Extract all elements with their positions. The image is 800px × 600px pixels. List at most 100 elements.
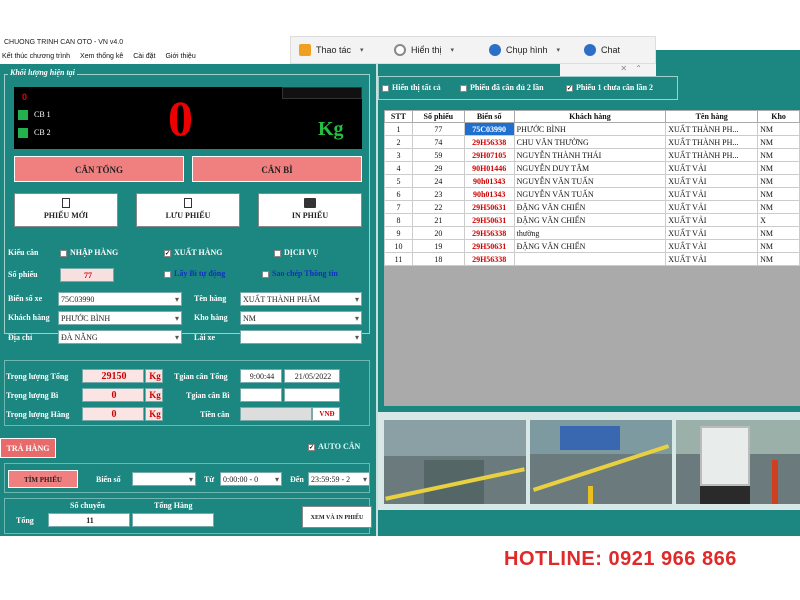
so-phieu-field[interactable]: 77 [60, 268, 114, 282]
col-khach-hang[interactable]: Khách hàng [513, 110, 667, 123]
cell-stt: 7 [384, 200, 413, 214]
toolbar-hien-thi[interactable]: Hiển thị ▾ [386, 37, 481, 63]
luu-phieu-button[interactable]: LƯU PHIẾU [136, 193, 240, 227]
col-bien-so[interactable]: Biển số [463, 110, 515, 123]
cell-so-phieu: 22 [411, 200, 465, 214]
cb2-label: CB 2 [34, 128, 51, 137]
cell-bien-so: 29H07105 [463, 148, 515, 162]
tu-label: Từ [204, 475, 215, 484]
xem-in-button[interactable]: XEM VÀ IN PHIẾU [302, 506, 372, 528]
table-row[interactable]: 3 59 29H07105 NGUYỄN THÀNH THÁI XUẤT THÀNH P… [384, 148, 800, 162]
tim-phieu-button[interactable]: TÌM PHIẾU [8, 470, 78, 488]
cell-bien-so: 29H50631 [463, 200, 515, 214]
khach-hang-label: Khách hàng [8, 313, 50, 322]
dia-chi-select[interactable]: ĐÀ NẴNG [58, 330, 182, 344]
toolbar-chup-hinh[interactable]: Chụp hình ▾ [481, 37, 576, 63]
table-row[interactable]: 8 21 29H50631 ĐẶNG VĂN CHIẾN XUẤT VẢI X [384, 213, 800, 227]
lay-bi-checkbox[interactable]: Lấy Bì tự động [164, 269, 225, 278]
table-row[interactable]: 11 18 29H56338 XUẤT VẢI NM [384, 252, 800, 266]
cb1-label: CB 1 [34, 110, 51, 119]
table-row[interactable]: 7 22 29H50631 ĐẶNG VĂN CHIẾN XUẤT VẢI NM [384, 200, 800, 214]
in-phieu-button[interactable]: IN PHIẾU [258, 193, 362, 227]
menu-item-stats[interactable]: Xem thống kê [80, 50, 123, 64]
luu-phieu-label: LƯU PHIẾU [165, 211, 211, 220]
new-document-icon [62, 198, 70, 208]
tra-hang-button[interactable]: TRẢ HÀNG [0, 438, 56, 458]
tl-bi-unit: Kg [145, 388, 163, 402]
toolbar-thao-tac[interactable]: Thao tác ▾ [291, 37, 386, 63]
camera-view-1[interactable] [384, 420, 526, 504]
cell-stt: 8 [384, 213, 413, 227]
cell-so-phieu: 59 [411, 148, 465, 162]
table-row[interactable]: 1 77 75C03990 PHƯỚC BÌNH XUẤT THÀNH PH... NM [384, 122, 800, 136]
kho-hang-select[interactable]: NM [240, 311, 362, 325]
tl-tong-label: Trọng lượng Tổng [6, 372, 69, 381]
auto-can-checkbox[interactable]: ✓ AUTO CÂN [308, 442, 360, 451]
printer-icon [304, 198, 316, 208]
menu-item-exit[interactable]: Kết thúc chương trình [2, 50, 70, 64]
camera-view-2[interactable] [530, 420, 672, 504]
table-row[interactable]: 6 23 90h01343 NGUYỄN VĂN TUẤN XUẤT VẢI NM [384, 187, 800, 201]
table-row[interactable]: 4 29 90H01446 NGUYỄN DUY TÂM XUẤT VẢI NM [384, 161, 800, 175]
tg-bi-date [284, 388, 340, 402]
table-row[interactable]: 10 19 29H50631 ĐẶNG VĂN CHIẾN XUẤT VẢI NM [384, 239, 800, 253]
col-ten-hang[interactable]: Tên hàng [665, 110, 759, 123]
col-stt[interactable]: STT [384, 110, 413, 123]
bien-so-label: Biển số xe [8, 294, 43, 303]
cb2-led-icon [18, 128, 28, 138]
chevron-up-icon[interactable]: ⌃ [635, 64, 642, 73]
dich-vu-checkbox[interactable]: DỊCH VỤ [274, 248, 318, 257]
ten-hang-select[interactable]: XUẤT THÀNH PHẨM [240, 292, 362, 306]
so-chuyen-field: 11 [48, 513, 130, 527]
khach-hang-select[interactable]: PHƯỚC BÌNH [58, 311, 182, 325]
camera-view-3[interactable] [676, 420, 800, 504]
cell-ten-hang: XUẤT THÀNH PH... [665, 122, 759, 136]
cell-kho: NM [757, 187, 800, 201]
xuat-hang-checkbox[interactable]: ✓ XUẤT HÀNG [164, 248, 223, 257]
sao-chep-checkbox[interactable]: Sao chép Thông tin [262, 269, 338, 278]
chat-icon [584, 44, 596, 56]
tu-picker[interactable]: 0:00:00 - 0 [220, 472, 282, 486]
table-row[interactable]: 2 74 29H56338 CHU VĂN THƯỜNG XUẤT THÀNH PH..… [384, 135, 800, 149]
nhap-hang-checkbox[interactable]: NHẬP HÀNG [60, 248, 118, 257]
cell-so-phieu: 18 [411, 252, 465, 266]
snapshot-icon [299, 44, 311, 56]
menu-item-about[interactable]: Giới thiệu [165, 50, 195, 64]
bien-so-select[interactable]: 75C03990 [58, 292, 182, 306]
table-header: STT Số phiếu Biển số Khách hàng Tên hàng… [384, 110, 800, 123]
cell-kho: NM [757, 174, 800, 188]
menu-item-settings[interactable]: Cài đặt [133, 50, 155, 64]
search-bien-so-select[interactable] [132, 472, 196, 486]
ticket-table: STT Số phiếu Biển số Khách hàng Tên hàng… [384, 110, 800, 266]
lai-xe-select[interactable] [240, 330, 362, 344]
can-tong-button[interactable]: CÂN TỔNG [14, 156, 184, 182]
table-row[interactable]: 9 20 29H56338 thường XUẤT VẢI NM [384, 226, 800, 240]
tl-bi-label: Trọng lượng Bì [6, 391, 59, 400]
phieu-moi-button[interactable]: PHIẾU MỚI [14, 193, 118, 227]
cell-kho: NM [757, 122, 800, 136]
den-picker[interactable]: 23:59:59 - 2 [308, 472, 370, 486]
close-icon[interactable]: ✕ [620, 64, 627, 73]
cell-khach-hang: CHU VĂN THƯỜNG [513, 135, 667, 149]
filter-hien-thi-checkbox[interactable]: Hiển thị tất cả [382, 83, 441, 92]
col-kho[interactable]: Kho [757, 110, 800, 123]
tl-hang-field: 0 [82, 407, 144, 421]
toolbar-chat[interactable]: Chat [576, 37, 646, 63]
cell-ten-hang: XUẤT VẢI [665, 187, 759, 201]
col-so-phieu[interactable]: Số phiếu [411, 110, 465, 123]
tg-bi-time [240, 388, 282, 402]
cell-khach-hang: NGUYỄN DUY TÂM [513, 161, 667, 175]
cell-so-phieu: 29 [411, 161, 465, 175]
cell-khach-hang: PHƯỚC BÌNH [513, 122, 667, 136]
cell-khach-hang: NGUYỄN THÀNH THÁI [513, 148, 667, 162]
cell-ten-hang: XUẤT VẢI [665, 252, 759, 266]
cell-khach-hang: NGUYỄN VĂN TUẤN [513, 174, 667, 188]
filter-da-can-checkbox[interactable]: Phiếu đã cân đủ 2 lần [460, 83, 544, 92]
can-bi-button[interactable]: CÂN BÌ [192, 156, 362, 182]
filter-chua-can-checkbox[interactable]: ✓ Phiếu 1 chưa cân lần 2 [566, 83, 653, 92]
cell-bien-so: 29H56338 [463, 252, 515, 266]
cell-bien-so: 90H01446 [463, 161, 515, 175]
lai-xe-label: Lái xe [194, 333, 216, 342]
search-bien-so-label: Biển số [96, 475, 121, 484]
table-row[interactable]: 5 24 90h01343 NGUYỄN VĂN TUẤN XUẤT VẢI NM [384, 174, 800, 188]
